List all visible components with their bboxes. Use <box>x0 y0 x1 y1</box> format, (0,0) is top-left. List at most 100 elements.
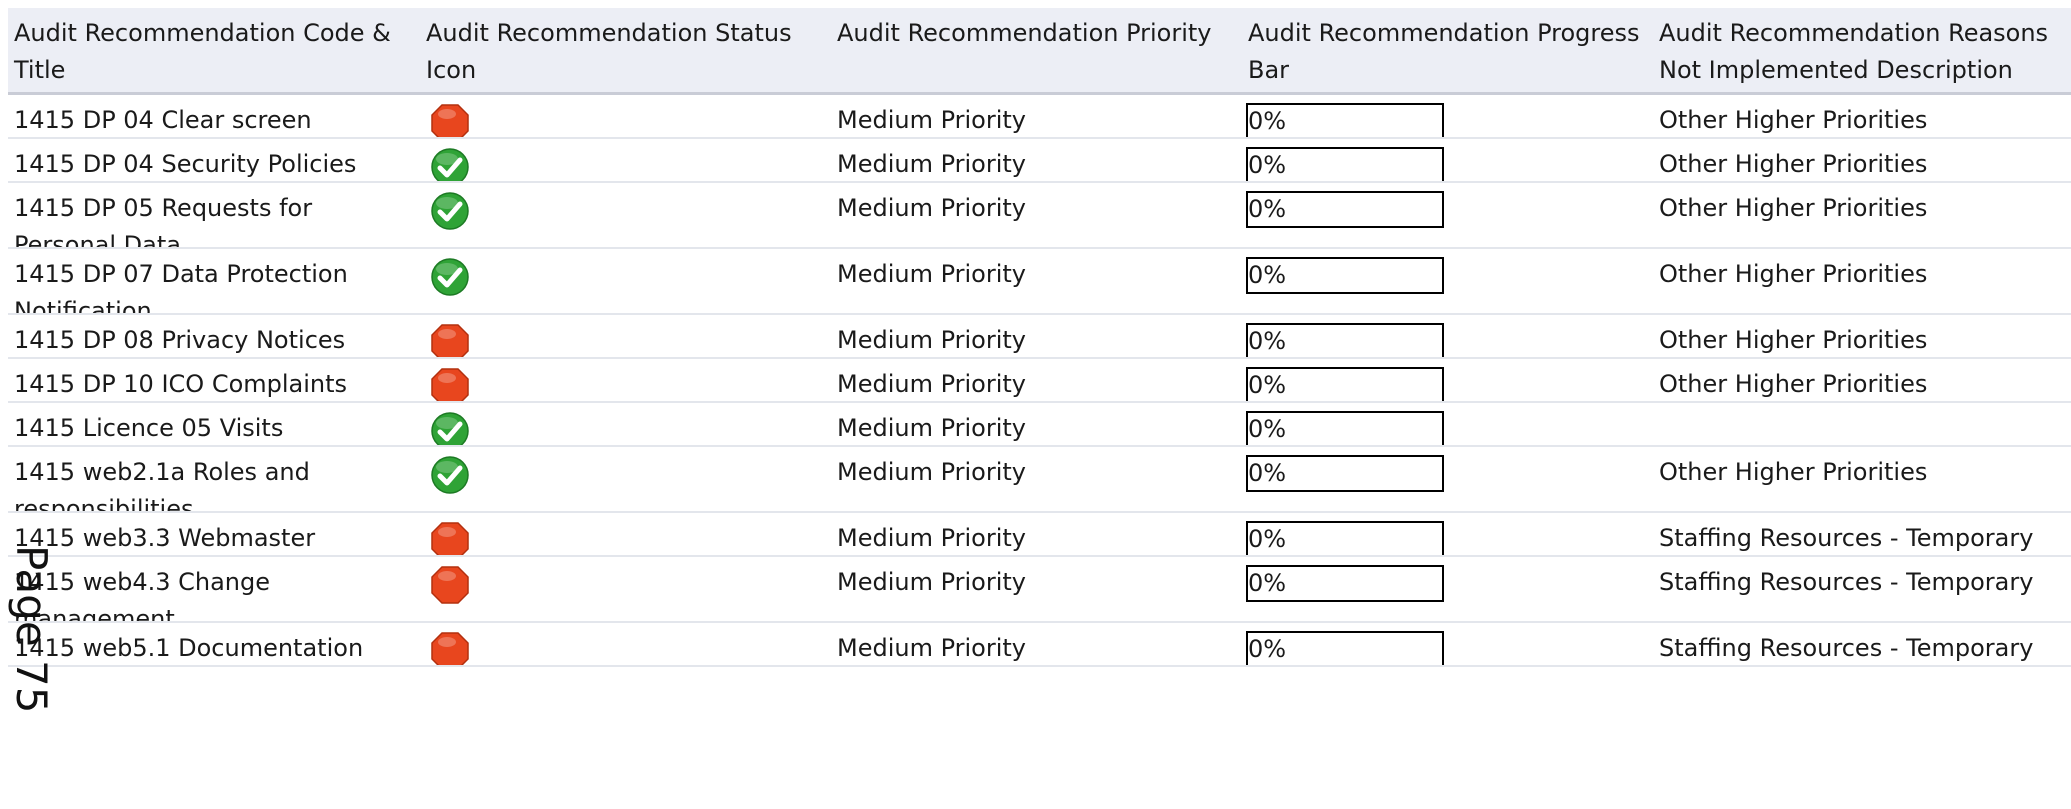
progress-cell: 0% <box>1242 447 1653 511</box>
reason-text: Other Higher Priorities <box>1659 260 1928 288</box>
progress-percent-label: 0% <box>1248 327 1287 355</box>
progress-bar: 0% <box>1246 257 1444 294</box>
recommendation-title: 1415 web3.3 Webmaster <box>14 524 316 552</box>
priority-text: Medium Priority <box>837 194 1027 222</box>
progress-cell: 0% <box>1242 403 1653 445</box>
priority-text: Medium Priority <box>837 326 1027 354</box>
priority-text: Medium Priority <box>837 568 1027 596</box>
progress-bar: 0% <box>1246 103 1444 137</box>
column-header-progress-bar[interactable]: Audit Recommendation Progress Bar <box>1242 8 1653 92</box>
progress-cell: 0% <box>1242 315 1653 357</box>
recommendation-title: 1415 DP 05 Requests for Personal Data <box>14 194 313 247</box>
reason-text: Other Higher Priorities <box>1659 326 1928 354</box>
table-row[interactable]: 1415 DP 10 ICO Complaints Medium Priority… <box>8 359 2071 403</box>
table-row[interactable]: 1415 DP 08 Privacy Notices Medium Priorit… <box>8 315 2071 359</box>
status-icon-cell <box>420 513 831 555</box>
progress-bar: 0% <box>1246 521 1444 555</box>
progress-cell: 0% <box>1242 183 1653 247</box>
progress-bar: 0% <box>1246 411 1444 445</box>
priority-text: Medium Priority <box>837 458 1027 486</box>
red-stop-icon <box>430 103 825 137</box>
progress-percent-label: 0% <box>1248 371 1287 399</box>
green-check-icon <box>430 411 825 445</box>
priority-text: Medium Priority <box>837 150 1027 178</box>
progress-bar: 0% <box>1246 631 1444 665</box>
progress-cell: 0% <box>1242 623 1653 665</box>
status-icon-cell <box>420 557 831 621</box>
progress-percent-label: 0% <box>1248 195 1287 223</box>
progress-percent-label: 0% <box>1248 107 1287 135</box>
progress-percent-label: 0% <box>1248 525 1287 553</box>
progress-cell: 0% <box>1242 95 1653 137</box>
recommendation-title: 1415 web4.3 Change management <box>14 568 271 621</box>
recommendation-title: 1415 Licence 05 Visits <box>14 414 284 442</box>
progress-percent-label: 0% <box>1248 569 1287 597</box>
table-row[interactable]: 1415 web4.3 Change management Medium Prio… <box>8 557 2071 623</box>
table-row[interactable]: 1415 DP 07 Data Protection Notification M… <box>8 249 2071 315</box>
status-icon-cell <box>420 95 831 137</box>
status-icon-cell <box>420 403 831 445</box>
table-row[interactable]: 1415 web5.1 Documentation Medium Priority… <box>8 623 2071 667</box>
reason-text: Other Higher Priorities <box>1659 370 1928 398</box>
column-header-status-icon[interactable]: Audit Recommendation Status Icon <box>420 8 831 92</box>
reason-text: Staffing Resources - Temporary <box>1659 524 2034 552</box>
column-header-code-title[interactable]: Audit Recommendation Code & Title <box>8 8 420 92</box>
table-row[interactable]: 1415 Licence 05 Visits Medium Priority 0% <box>8 403 2071 447</box>
red-stop-icon <box>430 521 825 555</box>
priority-text: Medium Priority <box>837 634 1027 662</box>
table-header-row: Audit Recommendation Code & Title Audit … <box>8 8 2071 95</box>
table-row[interactable]: 1415 web2.1a Roles and responsibilities M… <box>8 447 2071 513</box>
progress-bar: 0% <box>1246 323 1444 357</box>
column-header-reasons[interactable]: Audit Recommendation Reasons Not Impleme… <box>1653 8 2071 92</box>
reason-text: Other Higher Priorities <box>1659 150 1928 178</box>
column-header-priority[interactable]: Audit Recommendation Priority <box>831 8 1242 92</box>
green-check-icon <box>430 147 825 181</box>
recommendation-title: 1415 web5.1 Documentation <box>14 634 364 662</box>
red-stop-icon <box>430 367 825 401</box>
progress-cell: 0% <box>1242 557 1653 621</box>
progress-bar: 0% <box>1246 367 1444 401</box>
recommendation-title: 1415 DP 10 ICO Complaints <box>14 370 348 398</box>
table-row[interactable]: 1415 web3.3 Webmaster Medium Priority 0% St… <box>8 513 2071 557</box>
recommendation-title: 1415 DP 04 Security Policies <box>14 150 357 178</box>
progress-percent-label: 0% <box>1248 261 1287 289</box>
table-row[interactable]: 1415 DP 04 Security Policies Medium Prior… <box>8 139 2071 183</box>
reason-text: Other Higher Priorities <box>1659 458 1928 486</box>
progress-cell: 0% <box>1242 139 1653 181</box>
table-row[interactable]: 1415 DP 04 Clear screen Medium Priority 0%… <box>8 95 2071 139</box>
reason-text: Staffing Resources - Temporary <box>1659 568 2034 596</box>
reason-text: Other Higher Priorities <box>1659 106 1928 134</box>
table-row[interactable]: 1415 DP 05 Requests for Personal Data Med… <box>8 183 2071 249</box>
table-body: 1415 DP 04 Clear screen Medium Priority 0%… <box>8 95 2071 667</box>
green-check-icon <box>430 257 825 297</box>
recommendation-title: 1415 DP 08 Privacy Notices <box>14 326 346 354</box>
audit-recommendations-table: Audit Recommendation Code & Title Audit … <box>8 8 2071 667</box>
progress-percent-label: 0% <box>1248 151 1287 179</box>
priority-text: Medium Priority <box>837 106 1027 134</box>
green-check-icon <box>430 455 825 495</box>
status-icon-cell <box>420 249 831 313</box>
red-stop-icon <box>430 323 825 357</box>
priority-text: Medium Priority <box>837 370 1027 398</box>
recommendation-title: 1415 web2.1a Roles and responsibilities <box>14 458 310 511</box>
recommendation-title: 1415 DP 04 Clear screen <box>14 106 312 134</box>
status-icon-cell <box>420 183 831 247</box>
priority-text: Medium Priority <box>837 414 1027 442</box>
priority-text: Medium Priority <box>837 260 1027 288</box>
priority-text: Medium Priority <box>837 524 1027 552</box>
red-stop-icon <box>430 631 825 665</box>
status-icon-cell <box>420 359 831 401</box>
status-icon-cell <box>420 139 831 181</box>
status-icon-cell <box>420 315 831 357</box>
status-icon-cell <box>420 447 831 511</box>
progress-cell: 0% <box>1242 513 1653 555</box>
reason-text: Staffing Resources - Temporary <box>1659 634 2034 662</box>
progress-percent-label: 0% <box>1248 635 1287 663</box>
progress-percent-label: 0% <box>1248 459 1287 487</box>
progress-cell: 0% <box>1242 359 1653 401</box>
progress-bar: 0% <box>1246 565 1444 602</box>
green-check-icon <box>430 191 825 231</box>
reason-text <box>1653 403 2071 445</box>
progress-bar: 0% <box>1246 147 1444 181</box>
progress-bar: 0% <box>1246 455 1444 492</box>
